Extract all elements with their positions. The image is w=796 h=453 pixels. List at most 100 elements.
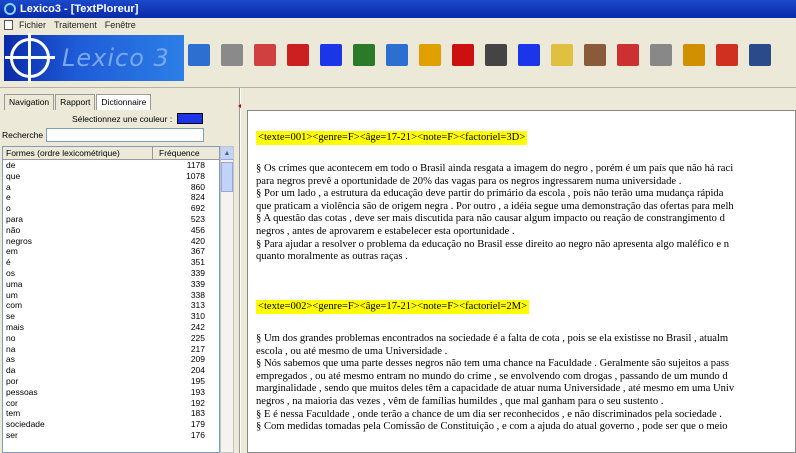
word-frequency: 351 xyxy=(190,257,205,268)
search-input[interactable] xyxy=(46,128,204,142)
word-form: tem xyxy=(6,408,21,419)
scroll-thumb[interactable] xyxy=(221,162,233,192)
list-item[interactable]: a 860 xyxy=(3,182,219,193)
list-item[interactable]: de 1178 xyxy=(3,160,219,171)
window-icon[interactable] xyxy=(386,44,408,66)
document-icon[interactable] xyxy=(4,20,13,30)
menu-fichier[interactable]: Fichier xyxy=(19,20,46,30)
text-line: escola , ou até mesmo de uma Universidad… xyxy=(256,345,448,357)
tag-icon[interactable] xyxy=(221,44,243,66)
app-logo: Lexico 3 xyxy=(4,33,184,83)
word-form: por xyxy=(6,375,19,386)
list-item[interactable]: o 692 xyxy=(3,203,219,214)
cube-icon[interactable] xyxy=(452,44,474,66)
stack-icon[interactable] xyxy=(749,44,771,66)
text-line: para negros prevê a oportunidade de 20% … xyxy=(256,175,682,187)
word-frequency: 339 xyxy=(190,267,205,278)
plcl-icon[interactable] xyxy=(320,44,342,66)
list-item[interactable]: que 1078 xyxy=(3,171,219,182)
tags-icon[interactable] xyxy=(584,44,606,66)
list-item[interactable]: ser 176 xyxy=(3,430,219,441)
word-frequency: 338 xyxy=(190,289,205,300)
word-frequency: 310 xyxy=(190,311,205,322)
text-line: § Com medidas tomadas pela Comissão de C… xyxy=(256,421,728,433)
color-label: Sélectionnez une couleur : xyxy=(72,114,173,124)
list-item[interactable]: um 338 xyxy=(3,290,219,301)
list-item[interactable]: mais 242 xyxy=(3,322,219,333)
word-form: os xyxy=(6,267,15,278)
list-item[interactable]: uma 339 xyxy=(3,279,219,290)
text-line: § A questão das cotas , deve ser mais di… xyxy=(256,213,725,225)
word-frequency: 192 xyxy=(190,397,205,408)
text-document[interactable]: <texte=001><genre=F><âge=17-21><note=F><… xyxy=(247,110,796,453)
list-item[interactable]: na 217 xyxy=(3,344,219,355)
toolbar: Lexico 3 xyxy=(0,32,796,88)
list-item[interactable]: da 204 xyxy=(3,365,219,376)
tools-icon[interactable] xyxy=(617,44,639,66)
list-scrollbar[interactable]: ▲ xyxy=(220,146,234,453)
columns-icon[interactable] xyxy=(650,44,672,66)
word-form: no xyxy=(6,332,16,343)
word-form: uma xyxy=(6,278,23,289)
dots-icon[interactable] xyxy=(419,44,441,66)
text-header-tag: <texte=002><genre=F><âge=17-21><note=F><… xyxy=(256,300,530,314)
list-item[interactable]: cor 192 xyxy=(3,398,219,409)
list-item[interactable]: sociedade 179 xyxy=(3,419,219,430)
word-form: é xyxy=(6,257,11,268)
list-item[interactable]: tem 183 xyxy=(3,408,219,419)
word-frequency: 456 xyxy=(190,224,205,235)
tab-navigation[interactable]: Navigation xyxy=(4,94,55,110)
column-header-frequency[interactable]: Fréquence xyxy=(153,147,211,159)
logo-text: Lexico 3 xyxy=(62,44,170,72)
word-frequency: 1178 xyxy=(186,160,205,170)
list-item[interactable]: negros 420 xyxy=(3,236,219,247)
list-item[interactable]: por 195 xyxy=(3,376,219,387)
text-line: § Para ajudar a resolver o problema da e… xyxy=(256,238,729,250)
scroll-up-icon[interactable]: ▲ xyxy=(221,147,233,160)
document-icon[interactable] xyxy=(485,44,507,66)
list-item[interactable]: pessoas 193 xyxy=(3,387,219,398)
word-frequency: 367 xyxy=(190,246,205,257)
sr-icon[interactable] xyxy=(287,44,309,66)
list-item[interactable]: para 523 xyxy=(3,214,219,225)
arrow-icon[interactable] xyxy=(518,44,540,66)
column-header-forms[interactable]: Formes (ordre lexicométrique) xyxy=(3,147,153,159)
exit-icon[interactable] xyxy=(716,44,738,66)
search-label: Recherche : xyxy=(2,130,48,140)
hand-icon[interactable] xyxy=(551,44,573,66)
text-line: negros , na maioria das vezes , vêm de f… xyxy=(256,396,664,407)
list-item[interactable]: as 209 xyxy=(3,354,219,365)
menu-traitement[interactable]: Traitement xyxy=(54,20,97,30)
menu-fenetre[interactable]: Fenêtre xyxy=(105,20,136,30)
grid-icon[interactable] xyxy=(254,44,276,66)
tab-dictionnaire[interactable]: Dictionnaire xyxy=(96,94,152,110)
word-form: que xyxy=(6,170,21,181)
word-frequency: 313 xyxy=(190,300,205,311)
list-item[interactable]: é 351 xyxy=(3,257,219,268)
color-swatch[interactable] xyxy=(177,113,203,124)
chart-icon[interactable] xyxy=(353,44,375,66)
list-item[interactable]: e 824 xyxy=(3,192,219,203)
menu-bar: Fichier Traitement Fenêtre xyxy=(0,18,796,32)
list-item[interactable]: no 225 xyxy=(3,333,219,344)
tab-rapport[interactable]: Rapport xyxy=(55,94,96,110)
help-icon[interactable] xyxy=(683,44,705,66)
list-item[interactable]: se 310 xyxy=(3,311,219,322)
word-frequency: 195 xyxy=(190,375,205,386)
word-frequency: 1078 xyxy=(186,170,205,181)
text-line: empregados , ou até mesmo entram no mund… xyxy=(256,370,728,382)
save-icon[interactable] xyxy=(188,44,210,66)
word-form: de xyxy=(6,160,16,170)
list-item[interactable]: em 367 xyxy=(3,246,219,257)
list-item[interactable]: os 339 xyxy=(3,268,219,279)
crosshair-icon xyxy=(5,33,55,83)
title-bar: Lexico3 - [TextPloreur] xyxy=(0,0,796,18)
word-frequency: 193 xyxy=(190,386,205,397)
word-frequency: 242 xyxy=(190,321,205,332)
list-item[interactable]: não 456 xyxy=(3,225,219,236)
word-form: na xyxy=(6,343,16,354)
word-form: negros xyxy=(6,235,32,246)
word-frequency: 217 xyxy=(190,343,205,354)
list-item[interactable]: com 313 xyxy=(3,300,219,311)
word-form: pessoas xyxy=(6,386,38,397)
